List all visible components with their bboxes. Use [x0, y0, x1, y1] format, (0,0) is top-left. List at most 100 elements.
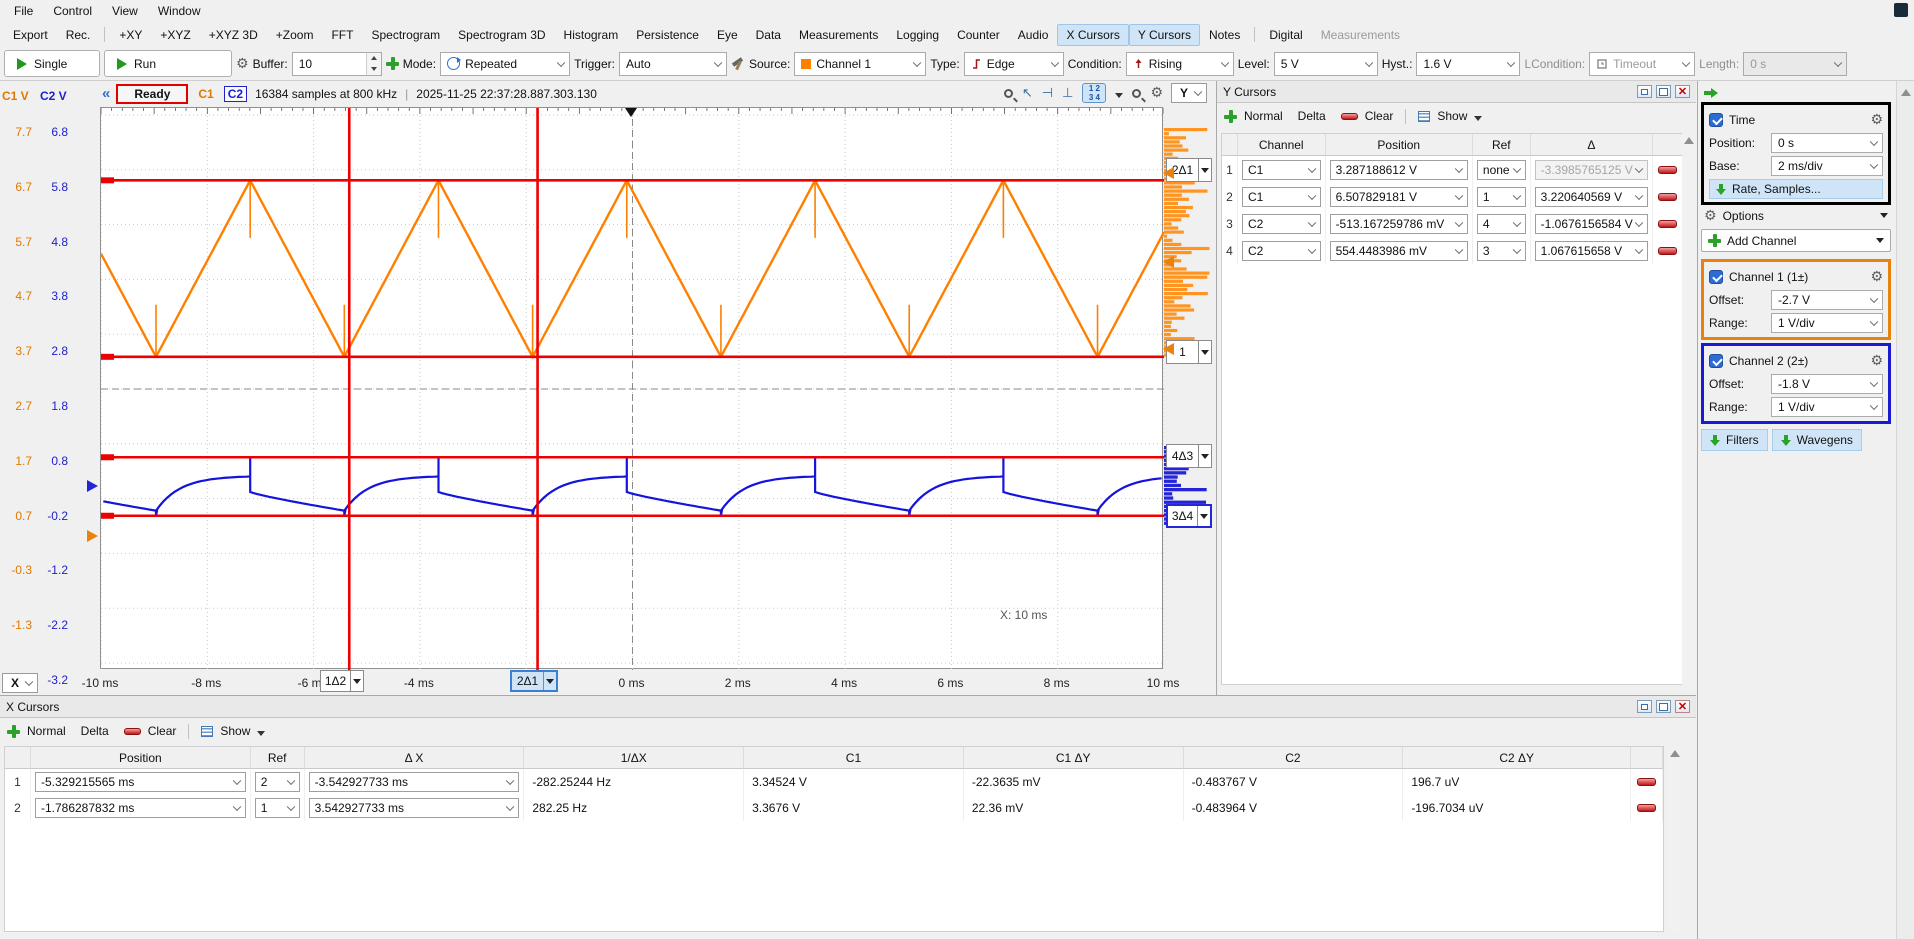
value-select[interactable]: none	[1477, 160, 1526, 180]
time-position-select[interactable]: 0 s	[1771, 133, 1883, 153]
tab-digital[interactable]: Digital	[1260, 24, 1311, 46]
channel1-gear-icon[interactable]: ⚙	[1870, 270, 1883, 284]
remove-cursor-button[interactable]	[1637, 778, 1656, 786]
remove-cursor-button[interactable]	[1637, 804, 1656, 812]
value-select[interactable]: -513.167259786 mV	[1330, 214, 1468, 234]
remove-cursor-button[interactable]	[1658, 247, 1677, 255]
tab--xyz-3d[interactable]: +XYZ 3D	[200, 24, 267, 46]
tab-persistence[interactable]: Persistence	[627, 24, 708, 46]
trigger-select[interactable]: Auto	[619, 52, 727, 76]
show-menu-button[interactable]: Show	[1437, 109, 1467, 123]
time-base-select[interactable]: 2 ms/div	[1771, 156, 1883, 176]
channels-1234-toggle[interactable]: 1 23 4	[1082, 83, 1106, 103]
channel2-checkbox[interactable]	[1709, 354, 1723, 368]
remove-cursor-button[interactable]	[1658, 220, 1677, 228]
level-select[interactable]: 5 V	[1274, 52, 1378, 76]
trigger-level-marker[interactable]	[1163, 256, 1174, 268]
undo-zoom-icon[interactable]: «	[102, 85, 108, 102]
tab-x-cursors[interactable]: X Cursors	[1057, 24, 1128, 46]
add-channel-button[interactable]: Add Channel	[1701, 229, 1891, 252]
pointer-icon[interactable]: ↖	[1022, 86, 1033, 101]
value-select[interactable]: 1	[1477, 187, 1526, 207]
tab--xyz[interactable]: +XYZ	[151, 24, 199, 46]
value-select[interactable]: 2	[255, 772, 300, 792]
channel2-range-select[interactable]: 1 V/div	[1771, 397, 1883, 417]
value-select[interactable]: 1	[255, 798, 300, 818]
type-select[interactable]: Edge	[964, 52, 1064, 76]
wavegens-button[interactable]: Wavegens	[1772, 429, 1862, 451]
menu-window[interactable]: Window	[148, 1, 211, 21]
xcursor-badge-2d1[interactable]: 2Δ1	[510, 670, 558, 692]
condition-select[interactable]: Rising	[1126, 52, 1234, 76]
tab--zoom[interactable]: +Zoom	[267, 24, 323, 46]
buffer-input[interactable]: 10	[292, 52, 382, 76]
tab--xy[interactable]: +XY	[110, 24, 151, 46]
mode-select[interactable]: Repeated	[440, 52, 570, 76]
tab-histogram[interactable]: Histogram	[555, 24, 628, 46]
fit-vertical-icon[interactable]: ⊥	[1062, 86, 1073, 101]
maximize-window-icon[interactable]	[1656, 85, 1671, 98]
tab-audio[interactable]: Audio	[1009, 24, 1058, 46]
float-window-icon[interactable]	[1637, 700, 1652, 713]
xcursor-badge-1d2[interactable]: 1Δ2	[320, 670, 364, 692]
normal-cursor-button[interactable]: Normal	[27, 724, 66, 738]
x-table-scrollbar[interactable]	[1668, 746, 1681, 932]
run-button[interactable]: Run	[104, 50, 232, 77]
tab-measurements[interactable]: Measurements	[1312, 24, 1409, 46]
channel2-offset-select[interactable]: -1.8 V	[1771, 374, 1883, 394]
value-select[interactable]: 554.4483986 mV	[1330, 241, 1468, 261]
maximize-window-icon[interactable]	[1656, 700, 1671, 713]
delta-cursor-button[interactable]: Delta	[1298, 109, 1326, 123]
close-icon[interactable]: ✕	[1675, 85, 1690, 98]
value-select[interactable]: C1	[1242, 160, 1321, 180]
ycursor2-handle[interactable]	[1163, 167, 1174, 179]
trigger-tool-icon[interactable]	[731, 57, 745, 71]
ycursor-badge-3d4[interactable]: 3Δ4	[1166, 504, 1212, 528]
value-select[interactable]: 1.067615658 V	[1535, 241, 1648, 261]
dropdown-icon[interactable]	[1115, 93, 1123, 98]
fit-horizontal-icon[interactable]: ⊣	[1042, 86, 1053, 101]
ycursor-badge-4d3[interactable]: 4Δ3	[1166, 444, 1212, 468]
zoom-in-icon[interactable]	[1004, 89, 1013, 98]
tab-y-cursors[interactable]: Y Cursors	[1129, 24, 1200, 46]
single-button[interactable]: Single	[4, 50, 100, 77]
channel2-chip[interactable]: C2	[224, 86, 247, 102]
c2-ground-marker[interactable]	[87, 480, 98, 492]
remove-cursor-button[interactable]	[1658, 166, 1677, 174]
magnifier-icon[interactable]	[1132, 89, 1141, 98]
clear-cursors-button[interactable]: Clear	[148, 724, 177, 738]
settings-scrollbar[interactable]	[1896, 81, 1914, 939]
delta-cursor-button[interactable]: Delta	[81, 724, 109, 738]
tab-spectrogram[interactable]: Spectrogram	[362, 24, 449, 46]
x-cursors-titlebar[interactable]: X Cursors ✕	[0, 696, 1696, 718]
menu-control[interactable]: Control	[43, 1, 102, 21]
show-menu-button[interactable]: Show	[220, 724, 250, 738]
value-select[interactable]: C2	[1242, 214, 1321, 234]
channel1-offset-select[interactable]: -2.7 V	[1771, 290, 1883, 310]
source-select[interactable]: Channel 1	[794, 52, 926, 76]
tab-eye[interactable]: Eye	[708, 24, 747, 46]
add-view-icon[interactable]	[386, 57, 399, 70]
expand-right-icon[interactable]	[1704, 88, 1718, 98]
tab-counter[interactable]: Counter	[948, 24, 1009, 46]
value-select[interactable]: 3	[1477, 241, 1526, 261]
value-select[interactable]: 3.542927733 ms	[309, 798, 520, 818]
time-checkbox[interactable]	[1709, 113, 1723, 127]
time-gear-icon[interactable]: ⚙	[1870, 113, 1883, 127]
value-select[interactable]: -1.786287832 ms	[35, 798, 246, 818]
tab-measurements[interactable]: Measurements	[790, 24, 887, 46]
close-icon[interactable]: ✕	[1675, 700, 1690, 713]
tab-notes[interactable]: Notes	[1200, 24, 1249, 46]
gear-icon[interactable]: ⚙	[1150, 86, 1163, 100]
remove-cursor-button[interactable]	[1658, 193, 1677, 201]
y-table-scrollbar[interactable]	[1682, 133, 1695, 685]
tab-fft[interactable]: FFT	[322, 24, 362, 46]
value-select[interactable]: -1.0676156584 V	[1535, 214, 1648, 234]
value-select[interactable]: -5.329215565 ms	[35, 772, 246, 792]
tab-logging[interactable]: Logging	[887, 24, 948, 46]
rate-samples-button[interactable]: Rate, Samples...	[1709, 179, 1883, 199]
normal-cursor-button[interactable]: Normal	[1244, 109, 1283, 123]
c1-ground-marker[interactable]	[87, 530, 98, 542]
y-axis-selector[interactable]: Y	[1171, 83, 1207, 103]
x-axis-selector[interactable]: X	[2, 673, 38, 693]
